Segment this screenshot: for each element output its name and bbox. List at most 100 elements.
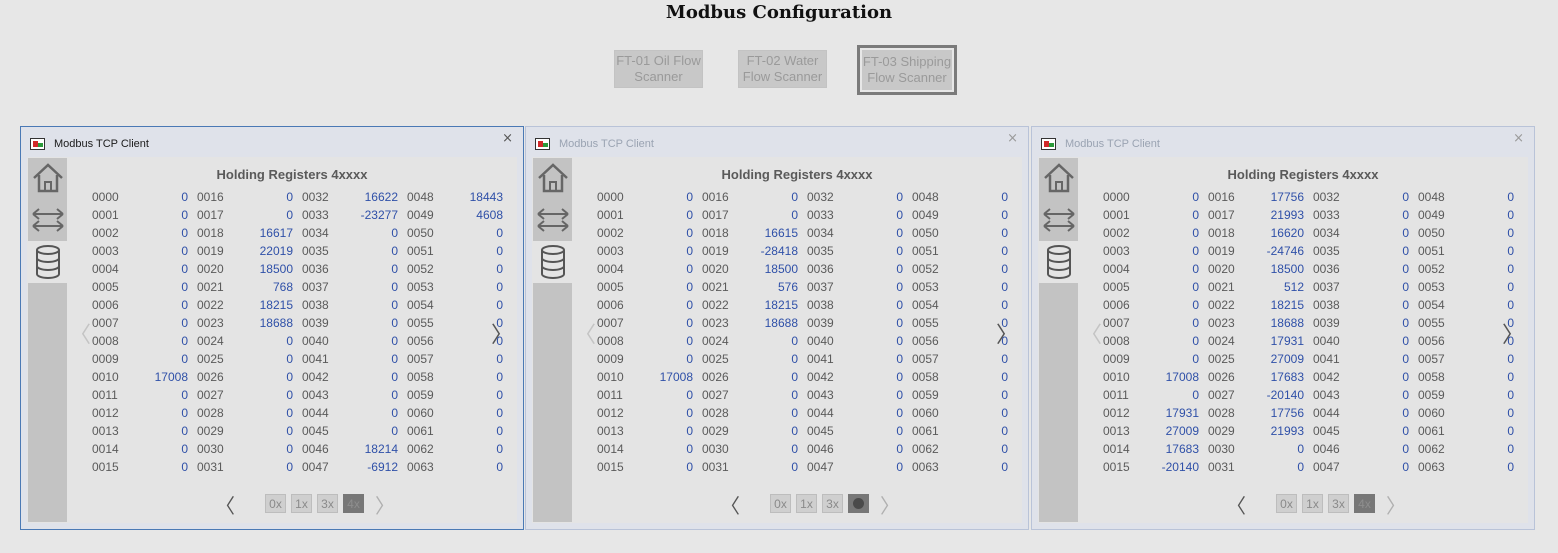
modbus-client-panel[interactable]: Modbus TCP Client × Holding Registers 4xxx…	[1031, 126, 1535, 530]
window-titlebar[interactable]: Modbus TCP Client ×	[21, 127, 523, 157]
pager-prev-icon[interactable]: 〈	[215, 490, 235, 519]
chevron-right-icon[interactable]: 〉	[491, 317, 513, 349]
register-address: 0014	[1103, 442, 1130, 456]
window-titlebar[interactable]: Modbus TCP Client ×	[526, 127, 1028, 157]
register-value: 0	[791, 460, 798, 474]
register-address: 0041	[807, 352, 834, 366]
register-row: 0025 27009	[1208, 350, 1304, 368]
register-row: 0059 0	[1418, 386, 1514, 404]
app-icon	[535, 138, 550, 150]
register-value: 0	[791, 406, 798, 420]
register-address: 0036	[302, 262, 329, 276]
register-value: 0	[1001, 280, 1008, 294]
register-row: 0039 0	[1313, 314, 1409, 332]
register-mode-button[interactable]: 0x	[265, 494, 286, 513]
register-mode-button[interactable]: 4x	[1354, 494, 1375, 513]
register-row: 0003 0	[597, 242, 693, 260]
register-row: 0027 -20140	[1208, 386, 1304, 404]
register-value: 0	[791, 208, 798, 222]
register-mode-button[interactable]: 1x	[291, 494, 312, 513]
pager-prev-icon[interactable]: 〈	[1226, 490, 1246, 519]
register-value: 0	[1001, 460, 1008, 474]
register-row: 0004 0	[92, 260, 188, 278]
home-icon[interactable]	[1039, 158, 1078, 198]
register-address: 0032	[807, 190, 834, 204]
register-row: 0010 17008	[92, 368, 188, 386]
register-value: 0	[791, 388, 798, 402]
register-row: 0026 17683	[1208, 368, 1304, 386]
register-value: 0	[391, 262, 398, 276]
pager-next-icon[interactable]: 〉	[1386, 490, 1406, 519]
chevron-left-icon[interactable]: 〈	[1080, 317, 1102, 349]
register-mode-button[interactable]: 0x	[1276, 494, 1297, 513]
register-row: 0039 0	[807, 314, 903, 332]
register-address: 0038	[302, 298, 329, 312]
register-mode-button[interactable]: 4x	[343, 494, 364, 513]
register-row: 0008 0	[597, 332, 693, 350]
register-value: 0	[686, 244, 693, 258]
chevron-right-icon[interactable]: 〉	[996, 317, 1018, 349]
register-mode-button[interactable]: 3x	[822, 494, 843, 513]
register-address: 0004	[1103, 262, 1130, 276]
chevron-left-icon[interactable]: 〈	[574, 317, 596, 349]
register-row: 0000 0	[1103, 188, 1199, 206]
pager-next-icon[interactable]: 〉	[880, 490, 900, 519]
database-icon[interactable]	[1039, 241, 1078, 283]
register-value: 0	[1192, 298, 1199, 312]
transfer-arrows-icon[interactable]	[28, 200, 67, 240]
register-row: 0051 0	[407, 242, 503, 260]
close-icon[interactable]: ×	[502, 131, 513, 146]
register-table-title: Holding Registers 4xxxx	[721, 167, 873, 182]
register-address: 0063	[1418, 460, 1445, 474]
register-address: 0003	[1103, 244, 1130, 258]
transfer-arrows-icon[interactable]	[1039, 200, 1078, 240]
register-address: 0046	[807, 442, 834, 456]
register-address: 0022	[702, 298, 729, 312]
modbus-client-panel[interactable]: Modbus TCP Client × Holding Registers 4xxx…	[525, 126, 1029, 530]
chevron-right-icon[interactable]: 〉	[1502, 317, 1524, 349]
close-icon[interactable]: ×	[1513, 131, 1524, 146]
register-row: 0021 768	[197, 278, 293, 296]
register-address: 0063	[912, 460, 939, 474]
scanner-button-ft01[interactable]: FT-01 Oil Flow Scanner	[614, 50, 703, 88]
register-row: 0056 0	[912, 332, 1008, 350]
database-icon[interactable]	[533, 241, 572, 283]
client-content: Holding Registers 4xxxx 0000 0 0001 0 0002 0 00…	[1038, 157, 1528, 523]
database-icon[interactable]	[28, 241, 67, 283]
register-mode-button[interactable]: 3x	[1328, 494, 1349, 513]
pager-prev-icon[interactable]: 〈	[720, 490, 740, 519]
register-value: 0	[1507, 406, 1514, 420]
register-row: 0014 0	[597, 440, 693, 458]
register-row: 0041 0	[1313, 350, 1409, 368]
register-row: 0050 0	[1418, 224, 1514, 242]
transfer-arrows-icon[interactable]	[533, 200, 572, 240]
pager-next-icon[interactable]: 〉	[375, 490, 395, 519]
register-row: 0040 0	[1313, 332, 1409, 350]
register-address: 0052	[1418, 262, 1445, 276]
register-column: 0000 0 0001 0 0002 0 0003 0 0004 0 0005 0 0006 0 0007 0…	[92, 188, 188, 476]
window-titlebar[interactable]: Modbus TCP Client ×	[1032, 127, 1534, 157]
register-mode-button[interactable]: 1x	[1302, 494, 1323, 513]
chevron-left-icon[interactable]: 〈	[69, 317, 91, 349]
modbus-client-panel[interactable]: Modbus TCP Client × Holding Registers 4xxx…	[20, 126, 524, 530]
register-row: 0020 18500	[197, 260, 293, 278]
register-address: 0035	[302, 244, 329, 258]
home-icon[interactable]	[28, 158, 67, 198]
register-mode-button[interactable]	[848, 494, 869, 513]
register-address: 0059	[407, 388, 434, 402]
register-row: 0032 0	[807, 188, 903, 206]
register-row: 0002 0	[1103, 224, 1199, 242]
register-mode-button[interactable]: 0x	[770, 494, 791, 513]
scanner-button-ft02[interactable]: FT-02 Water Flow Scanner	[738, 50, 827, 88]
register-address: 0027	[702, 388, 729, 402]
register-value: 0	[181, 388, 188, 402]
register-address: 0014	[92, 442, 119, 456]
register-address: 0020	[197, 262, 224, 276]
register-mode-button[interactable]: 1x	[796, 494, 817, 513]
close-icon[interactable]: ×	[1007, 131, 1018, 146]
register-address: 0023	[197, 316, 224, 330]
home-icon[interactable]	[533, 158, 572, 198]
register-address: 0025	[1208, 352, 1235, 366]
register-mode-button[interactable]: 3x	[317, 494, 338, 513]
scanner-button-ft03[interactable]: FT-03 Shipping Flow Scanner	[857, 45, 957, 95]
